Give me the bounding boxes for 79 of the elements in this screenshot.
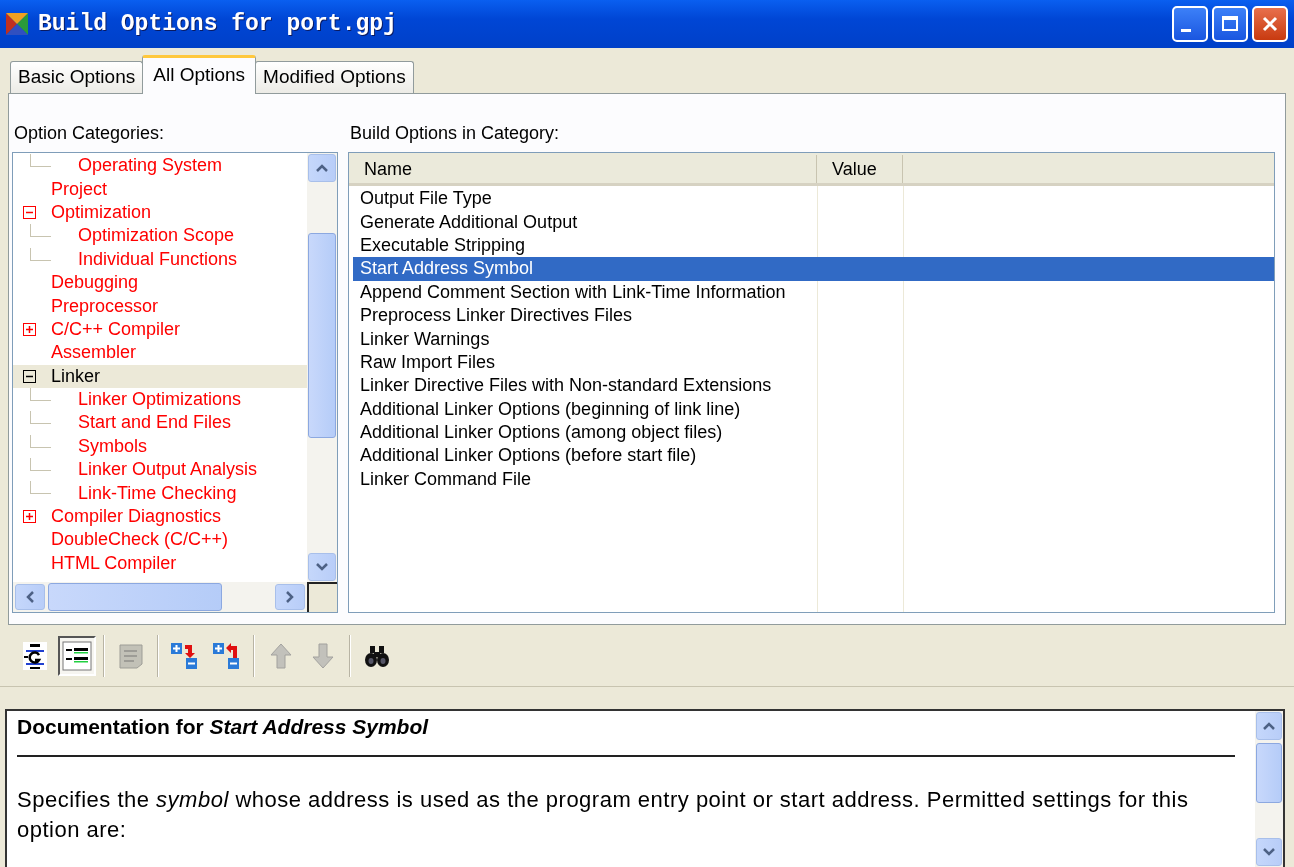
tree-item[interactable]: Optimization <box>13 200 307 225</box>
close-icon <box>1261 15 1279 33</box>
caret-down-icon <box>315 562 329 572</box>
scroll-right-button[interactable] <box>275 584 305 610</box>
caret-left-icon <box>25 590 35 604</box>
option-row[interactable]: Output File Type <box>353 187 1274 211</box>
maximize-icon <box>1221 15 1239 33</box>
option-row[interactable]: Generate Additional Output <box>353 210 1274 234</box>
scroll-thumb[interactable] <box>48 583 222 611</box>
scroll-thumb[interactable] <box>308 233 336 438</box>
tree-item[interactable]: DoubleCheck (C/C++) <box>13 528 307 552</box>
scroll-down-button[interactable] <box>308 553 336 581</box>
option-row[interactable]: Append Comment Section with Link-Time Information <box>353 280 1274 304</box>
tree-item[interactable]: Assembler <box>13 341 307 365</box>
list-view-icon <box>61 639 93 672</box>
scroll-up-button[interactable] <box>308 154 336 182</box>
caret-up-icon <box>1262 721 1276 731</box>
tree-item[interactable]: Optimization Scope <box>13 224 307 248</box>
caret-right-icon <box>285 590 295 604</box>
binoculars-icon <box>364 643 390 668</box>
tree-item[interactable]: Project <box>13 177 307 201</box>
minimize-button[interactable] <box>1172 6 1208 42</box>
column-header[interactable]: Name <box>349 155 817 183</box>
up-arrow-icon <box>269 641 293 670</box>
tree-item[interactable]: Symbols <box>13 434 307 459</box>
tree-item[interactable]: Compiler Diagnostics <box>13 504 307 529</box>
option-row[interactable]: Additional Linker Options (among object files) <box>353 420 1274 445</box>
expand-icon[interactable] <box>23 322 36 336</box>
documentation-title: Documentation for Start Address Symbol <box>17 715 430 739</box>
tree-item[interactable]: Debugging <box>13 270 307 295</box>
tree-item[interactable]: HTML Compiler <box>13 551 307 576</box>
option-row[interactable]: Start Address Symbol <box>353 257 1274 281</box>
option-row[interactable]: Linker Directive Files with Non-standard Extensions <box>353 374 1274 398</box>
tree-item[interactable]: Linker <box>13 364 307 388</box>
options-label: Build Options in Category: <box>350 122 561 144</box>
tree-item[interactable]: Start and End Files <box>13 411 307 435</box>
close-button[interactable] <box>1252 6 1288 42</box>
horizontal-scrollbar[interactable] <box>13 582 307 612</box>
scroll-thumb[interactable] <box>1256 743 1282 803</box>
option-row[interactable]: Additional Linker Options (beginning of link line) <box>353 397 1274 421</box>
tree-item[interactable]: Linker Optimizations <box>13 387 307 412</box>
collapse-icon[interactable] <box>23 369 36 383</box>
collapse-all-icon <box>212 640 242 671</box>
categories-label: Option Categories: <box>14 122 166 144</box>
tree-item[interactable]: Link-Time Checking <box>13 481 307 505</box>
tab[interactable]: All Options <box>142 55 257 94</box>
caret-up-icon <box>315 163 329 173</box>
minimize-icon <box>1181 28 1191 32</box>
option-row[interactable]: Linker Command File <box>353 467 1274 492</box>
expand-icon[interactable] <box>23 510 36 524</box>
down-arrow-icon <box>311 641 335 670</box>
option-row[interactable]: Raw Import Files <box>353 350 1274 375</box>
option-row[interactable]: Executable Stripping <box>353 233 1274 258</box>
text-view-icon <box>22 640 48 671</box>
option-row[interactable]: Additional Linker Options (before start file) <box>353 444 1274 468</box>
column-header[interactable]: Value <box>817 155 903 183</box>
notes-icon <box>117 641 145 670</box>
window-title: Build Options for port.gpj <box>38 11 397 37</box>
tab[interactable]: Modified Options <box>255 61 414 93</box>
scroll-up-button[interactable] <box>1256 712 1282 740</box>
tree-item[interactable]: Preprocessor <box>13 294 307 318</box>
tree-item[interactable]: Linker Output Analysis <box>13 458 307 482</box>
size-grip <box>307 582 337 612</box>
maximize-button[interactable] <box>1212 6 1248 42</box>
vertical-scrollbar[interactable] <box>1255 711 1283 867</box>
tree-item[interactable]: Individual Functions <box>13 247 307 271</box>
toolbar-button[interactable] <box>58 635 96 676</box>
scroll-left-button[interactable] <box>15 584 45 610</box>
app-icon <box>4 11 30 37</box>
option-row[interactable]: Linker Warnings <box>353 327 1274 351</box>
tree-item[interactable]: C/C++ Compiler <box>13 317 307 342</box>
expand-all-icon <box>170 640 200 671</box>
tab[interactable]: Basic Options <box>10 61 144 93</box>
documentation-text: Specifies the symbol whose address is used as the program entry point or start address. Permitted settings for this option are: <box>17 786 1190 844</box>
tree-item[interactable]: Operating System <box>13 154 307 178</box>
scroll-down-button[interactable] <box>1256 838 1282 866</box>
vertical-scrollbar[interactable] <box>307 153 337 582</box>
caret-down-icon <box>1262 847 1276 857</box>
option-row[interactable]: Preprocess Linker Directives Files <box>353 303 1274 328</box>
